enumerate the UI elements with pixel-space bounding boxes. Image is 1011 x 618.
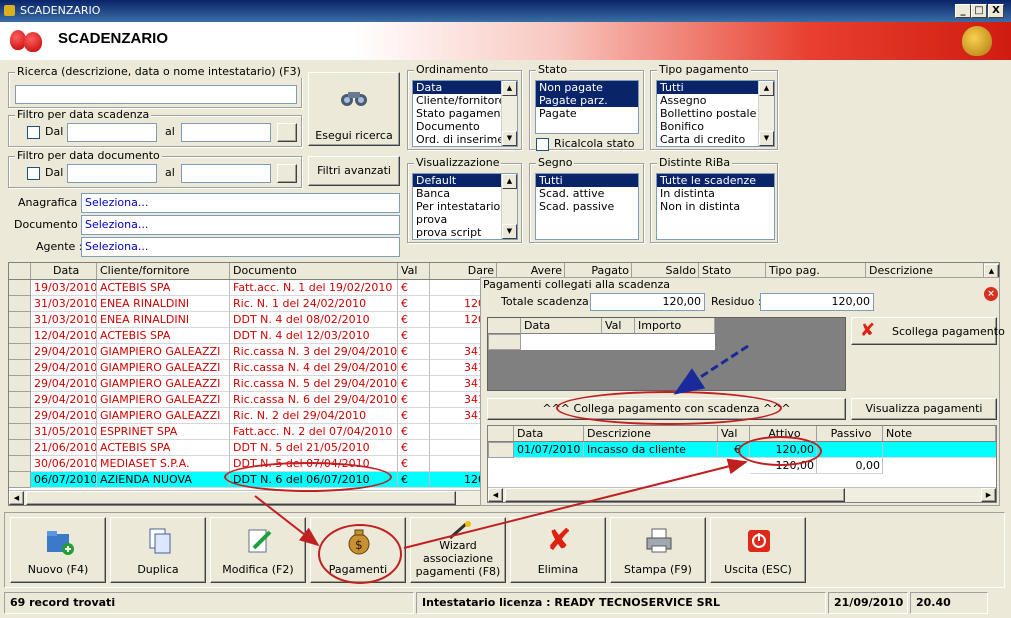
arrow-blue: [673, 344, 749, 395]
arrow-red: [403, 458, 748, 549]
annotation-arrows: [254, 344, 749, 549]
arrow-red: [254, 495, 320, 547]
